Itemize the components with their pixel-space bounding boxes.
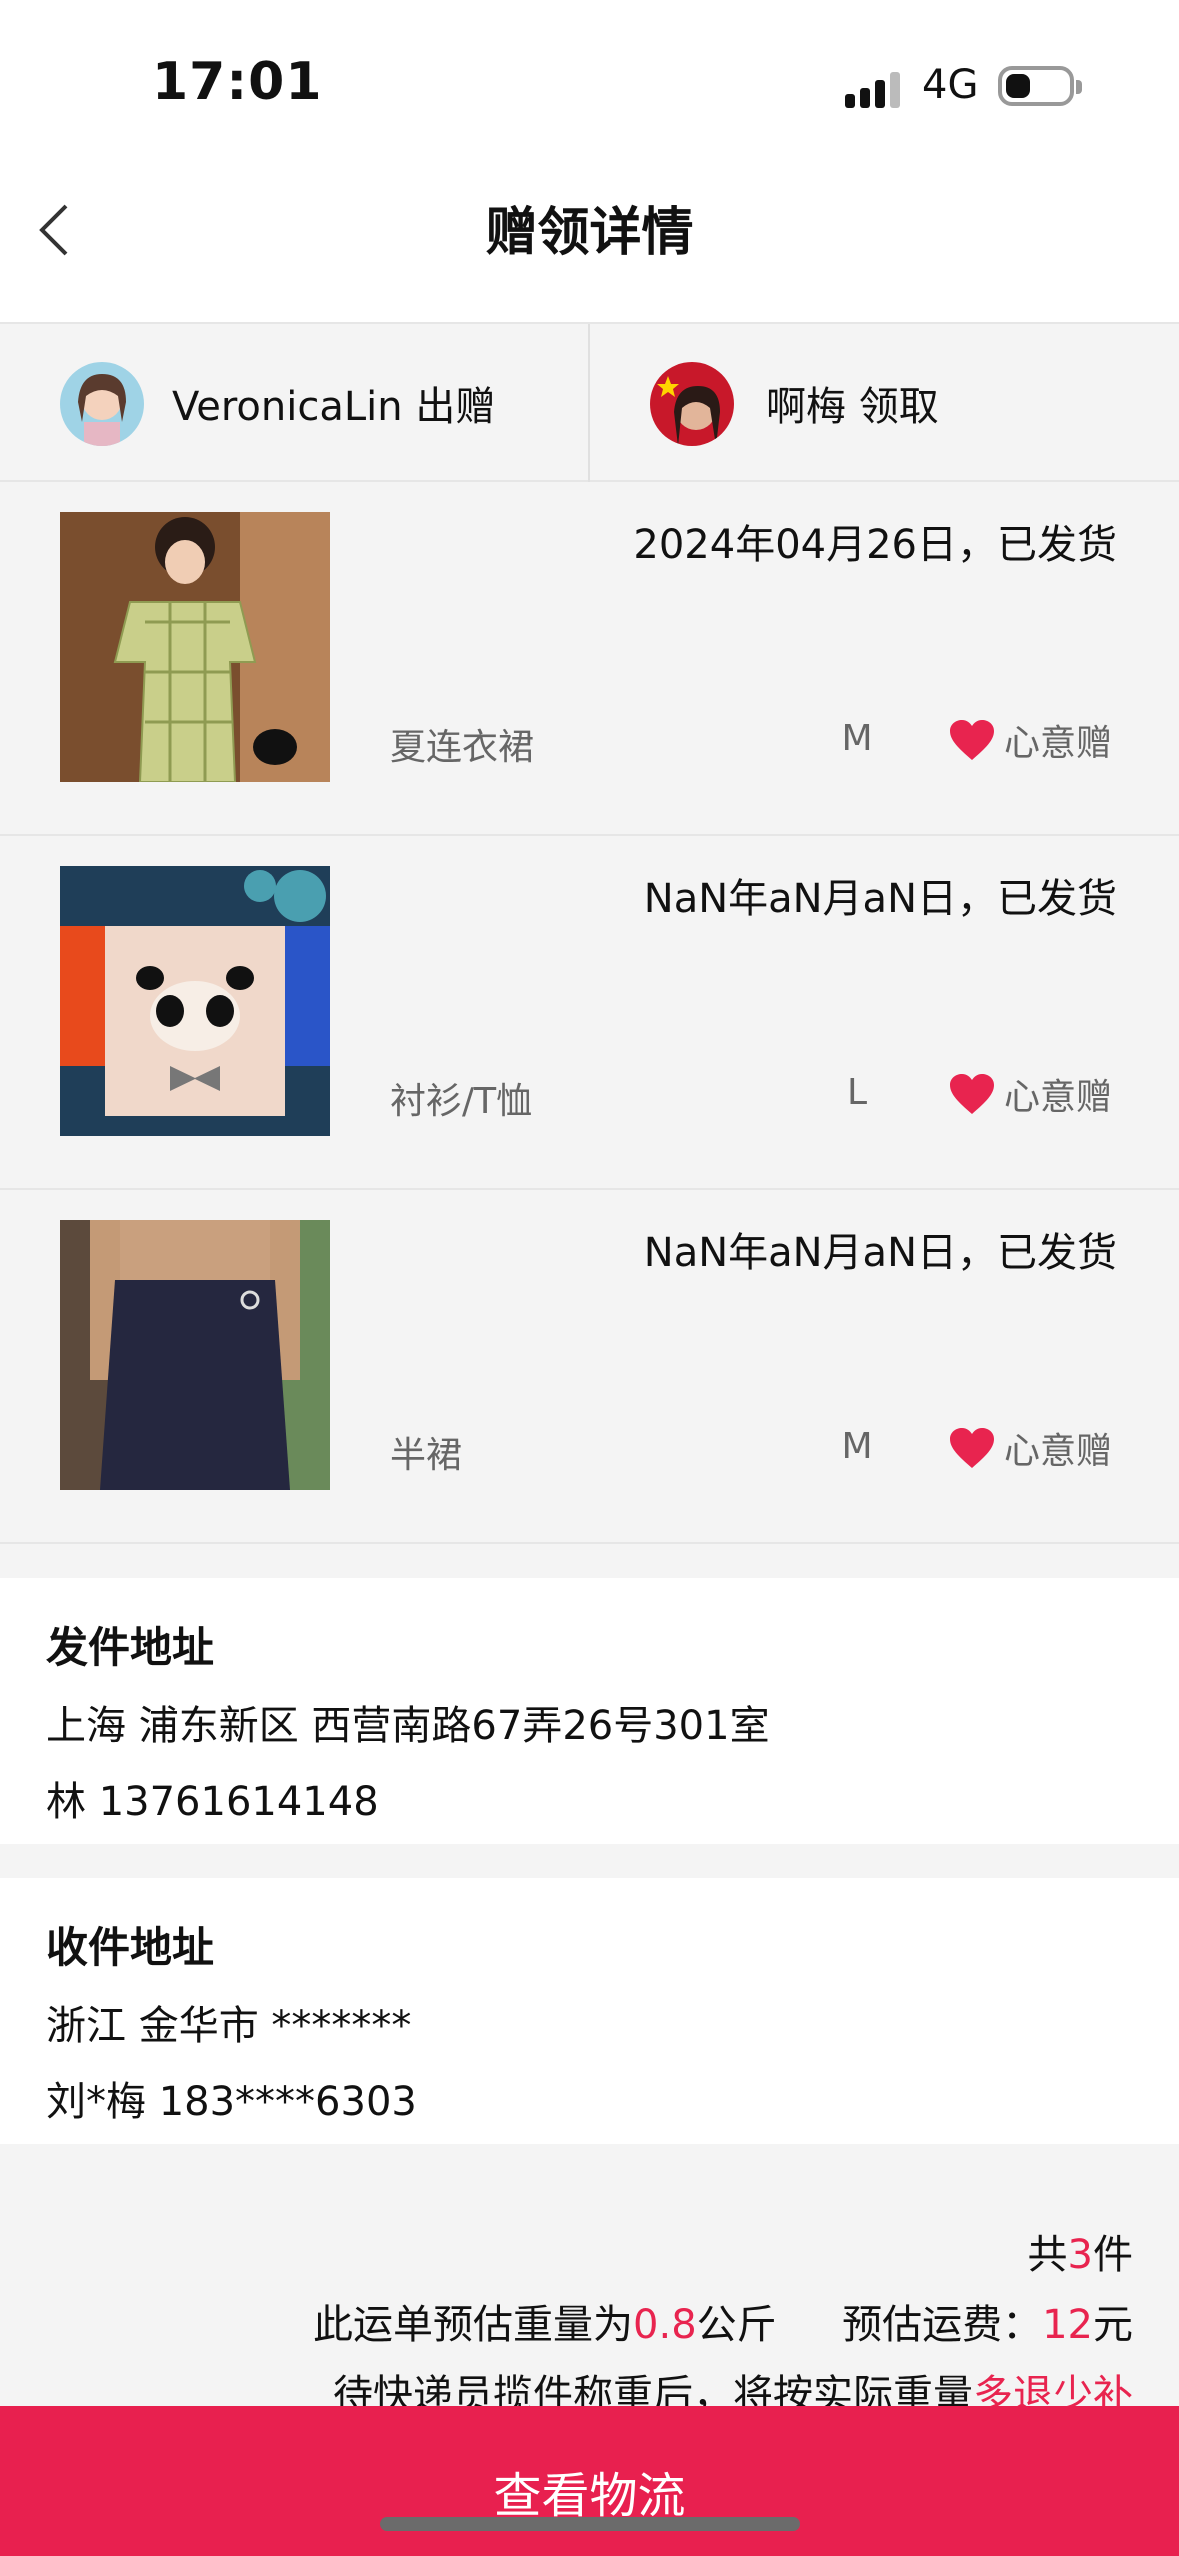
item-tag: 心意赠 [948,1422,1112,1474]
item-tag-label: 心意赠 [1004,1431,1113,1472]
view-logistics-label: 查看物流 [493,2468,686,2524]
item-status: NaN年aN月aN日，已发货 [643,1230,1117,1276]
receiver-address: 浙江 金华市 ******* [46,2003,412,2049]
network-type: 4G [922,62,979,108]
item-size: M [841,1426,873,1467]
item-size: L [846,1072,868,1113]
receiver-avatar[interactable] [650,362,734,446]
view-logistics-button[interactable]: 查看物流 [0,2406,1179,2556]
sender-address-section: 发件地址 上海 浦东新区 西营南路67弄26号301室 林 1376161414… [0,1578,1179,1844]
nav-bar: 赠领详情 [0,150,1179,322]
item-status: 2024年04月26日，已发货 [633,522,1117,568]
item-category: 夏连衣裙 [390,727,535,768]
divider [588,324,590,484]
status-bar: 17:01 4G [0,0,1179,150]
status-time: 17:01 [152,52,323,112]
battery-icon [998,66,1082,106]
item-status: NaN年aN月aN日，已发货 [643,876,1117,922]
weight-fee-line: 此运单预估重量为0.8公斤 预估运费：12元 [313,2292,1133,2350]
home-indicator [380,2517,800,2531]
item-tag-label: 心意赠 [1004,1077,1113,1118]
receiver-label: 啊梅 领取 [766,384,939,430]
fee-value: 12 [1042,2302,1093,2348]
item-tag-label: 心意赠 [1004,723,1113,764]
weight-suffix: 公斤 [696,2302,777,2348]
page-title: 赠领详情 [485,203,694,263]
item-category: 半裙 [390,1435,463,1476]
giver-label: VeronicaLin 出赠 [172,384,496,430]
item-photo-skirt [60,1220,330,1490]
weight-value: 0.8 [633,2302,697,2348]
receiver-contact: 刘*梅 183****6303 [46,2079,417,2125]
receiver-address-title: 收件地址 [46,1923,215,1972]
fee-suffix: 元 [1093,2302,1133,2348]
heart-icon [950,1428,994,1468]
count-suffix: 件 [1093,2232,1133,2278]
count-prefix: 共 [1027,2232,1068,2278]
list-item[interactable]: NaN年aN月aN日，已发货 半裙 M 心意赠 [0,1190,1179,1544]
item-size: M [841,718,873,759]
sender-address-title: 发件地址 [46,1623,215,1672]
sender-address: 上海 浦东新区 西营南路67弄26号301室 [46,1703,770,1749]
item-photo-shirt [60,866,330,1136]
item-photo-dress [60,512,330,782]
weight-prefix: 此运单预估重量为 [313,2302,634,2348]
receiver-address-section: 收件地址 浙江 金华市 ******* 刘*梅 183****6303 [0,1878,1179,2144]
count-value: 3 [1067,2232,1093,2278]
list-item[interactable]: 2024年04月26日，已发货 夏连衣裙 M 心意赠 [0,482,1179,836]
participants-bar: VeronicaLin 出赠 啊梅 领取 [0,322,1179,484]
signal-icon [845,68,905,108]
item-count: 共3件 [1028,2222,1133,2280]
sender-contact: 林 13761614148 [46,1779,379,1825]
list-item[interactable]: NaN年aN月aN日，已发货 衬衫/T恤 L 心意赠 [0,836,1179,1190]
fee-prefix: 预估运费： [842,2302,1043,2348]
heart-icon [950,1074,994,1114]
heart-icon [950,720,994,760]
giver-avatar[interactable] [60,362,144,446]
item-category: 衬衫/T恤 [390,1081,533,1122]
item-tag: 心意赠 [948,714,1112,766]
item-tag: 心意赠 [948,1068,1112,1120]
